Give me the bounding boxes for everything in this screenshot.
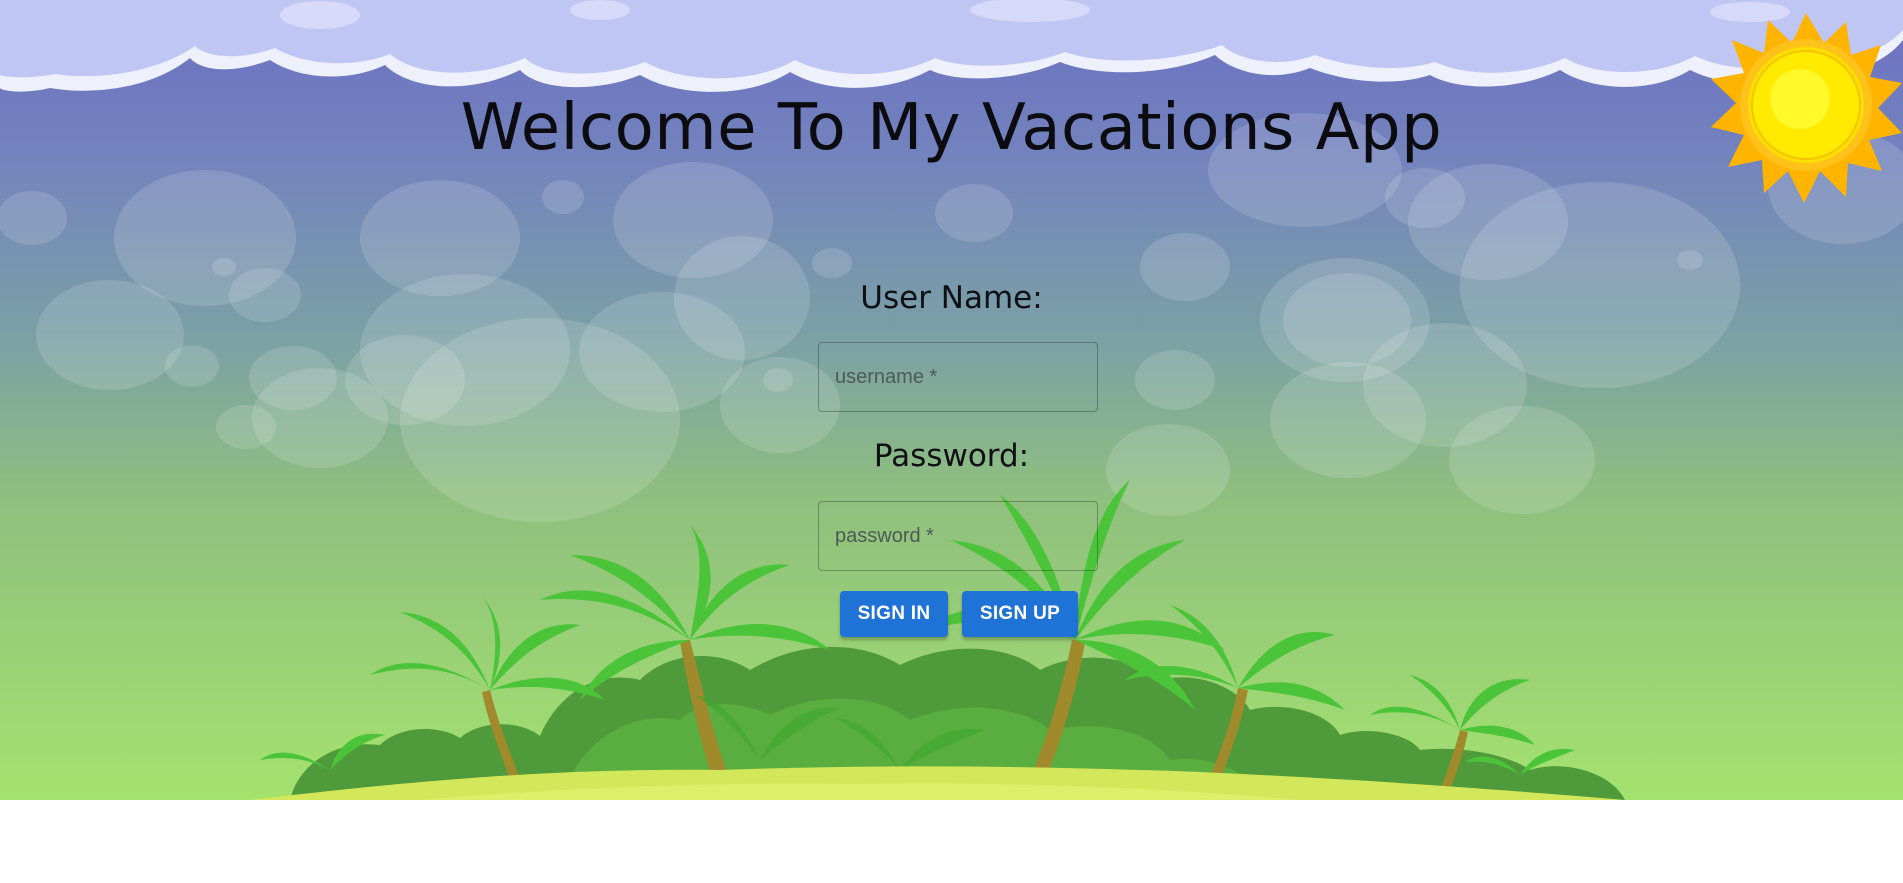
username-label: User Name:	[860, 280, 1043, 316]
sign-up-button[interactable]: SIGN UP	[962, 591, 1078, 637]
username-input[interactable]	[819, 343, 1097, 411]
password-input[interactable]	[819, 502, 1097, 570]
password-field[interactable]	[818, 501, 1098, 571]
login-form: User Name: Password: SIGN IN SIGN UP	[0, 0, 1903, 800]
username-field[interactable]	[818, 342, 1098, 412]
sign-in-button[interactable]: SIGN IN	[840, 591, 948, 637]
password-label: Password:	[873, 438, 1030, 474]
